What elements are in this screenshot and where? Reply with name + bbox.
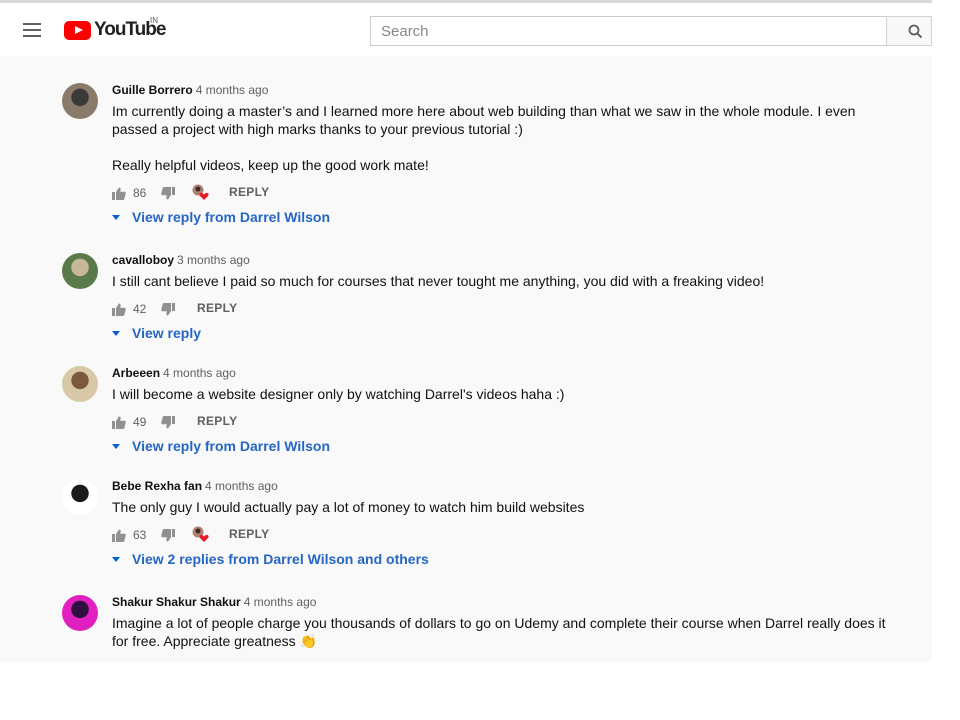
- comment-body: Guille Borrero 4 months ago Im currently d…: [112, 83, 902, 229]
- like-count: 63: [133, 528, 147, 542]
- comment-paragraph: Im currently doing a master’s and I lear…: [112, 103, 856, 137]
- comment-actions: 86 REPLY: [112, 184, 902, 204]
- avatar[interactable]: [62, 595, 98, 631]
- like-icon[interactable]: [112, 303, 126, 316]
- comment-time[interactable]: 3 months ago: [177, 253, 250, 267]
- dislike-icon[interactable]: [161, 303, 175, 316]
- search-button[interactable]: [886, 16, 932, 46]
- comment-author[interactable]: Shakur Shakur Shakur: [112, 595, 241, 609]
- like-icon[interactable]: [112, 187, 126, 200]
- comment-author[interactable]: cavalloboy: [112, 253, 174, 267]
- view-replies-label: View 2 replies from Darrel Wilson and ot…: [132, 551, 429, 567]
- view-replies-label: View reply from Darrel Wilson: [132, 438, 331, 454]
- reply-button[interactable]: REPLY: [229, 185, 269, 199]
- caret-down-icon: [112, 215, 120, 220]
- comment-actions: 42 REPLY: [112, 300, 902, 320]
- avatar[interactable]: [62, 83, 98, 119]
- comment-header: Shakur Shakur Shakur 4 months ago: [112, 595, 902, 609]
- search-input[interactable]: [370, 16, 887, 46]
- creator-heart-icon: [192, 526, 209, 542]
- avatar[interactable]: [62, 479, 98, 515]
- comment-time[interactable]: 4 months ago: [244, 595, 317, 609]
- comment-header: cavalloboy 3 months ago: [112, 253, 902, 267]
- comment-body: Arbeeen 4 months ago I will become a websi…: [112, 366, 902, 458]
- comment-text: The only guy I would actually pay a lot …: [112, 498, 902, 516]
- comment-paragraph: Really helpful videos, keep up the good …: [112, 157, 429, 173]
- dislike-icon[interactable]: [161, 416, 175, 429]
- comment-time[interactable]: 4 months ago: [196, 83, 269, 97]
- reply-button[interactable]: REPLY: [197, 414, 237, 428]
- like-icon[interactable]: [112, 529, 126, 542]
- avatar[interactable]: [62, 366, 98, 402]
- avatar[interactable]: [62, 253, 98, 289]
- like-count: 86: [133, 186, 147, 200]
- comment-paragraph: I still cant believe I paid so much for …: [112, 273, 765, 289]
- comment-author[interactable]: Guille Borrero: [112, 83, 193, 97]
- dislike-icon[interactable]: [161, 187, 175, 200]
- comment-author[interactable]: Arbeeen: [112, 366, 160, 380]
- masthead: YouTube IN: [0, 0, 932, 56]
- caret-down-icon: [112, 557, 120, 562]
- comment-actions: 49 REPLY: [112, 413, 902, 433]
- dislike-icon[interactable]: [161, 529, 175, 542]
- search-icon: [908, 24, 923, 39]
- youtube-page: YouTube IN Guille Borrero4 months agoIm …: [0, 0, 932, 662]
- comment-paragraph: I will become a website designer only by…: [112, 386, 565, 402]
- view-replies-button[interactable]: View reply from Darrel Wilson: [112, 209, 902, 229]
- comment-text: I will become a website designer only by…: [112, 385, 902, 403]
- hamburger-menu-icon[interactable]: [23, 23, 41, 37]
- view-replies-label: View reply: [132, 325, 202, 341]
- comment-time[interactable]: 4 months ago: [163, 366, 236, 380]
- view-replies-button[interactable]: View reply: [112, 325, 902, 345]
- creator-heart-icon: [192, 184, 209, 200]
- comment-body: Shakur Shakur Shakur 4 months ago Imagine …: [112, 595, 902, 650]
- comment-actions: 63 REPLY: [112, 526, 902, 546]
- view-replies-button[interactable]: View reply from Darrel Wilson: [112, 438, 902, 458]
- view-replies-button[interactable]: View 2 replies from Darrel Wilson and ot…: [112, 551, 902, 571]
- comment-header: Bebe Rexha fan 4 months ago: [112, 479, 902, 493]
- comment-paragraph: The only guy I would actually pay a lot …: [112, 499, 585, 515]
- like-icon[interactable]: [112, 416, 126, 429]
- comment-text: I still cant believe I paid so much for …: [112, 272, 902, 290]
- reply-button[interactable]: REPLY: [229, 527, 269, 541]
- like-count: 42: [133, 302, 147, 316]
- caret-down-icon: [112, 331, 120, 336]
- comment-header: Guille Borrero 4 months ago: [112, 83, 902, 97]
- country-code: IN: [150, 16, 158, 25]
- like-count: 49: [133, 415, 147, 429]
- comment-author[interactable]: Bebe Rexha fan: [112, 479, 202, 493]
- comment-body: cavalloboy 3 months ago I still cant belie…: [112, 253, 902, 345]
- comment-text: Imagine a lot of people charge you thous…: [112, 614, 902, 650]
- reply-button[interactable]: REPLY: [197, 301, 237, 315]
- caret-down-icon: [112, 444, 120, 449]
- comment-text: Im currently doing a master’s and I lear…: [112, 102, 902, 174]
- view-replies-label: View reply from Darrel Wilson: [132, 209, 331, 225]
- comment-body: Bebe Rexha fan 4 months ago The only guy I…: [112, 479, 902, 571]
- comment-paragraph: Imagine a lot of people charge you thous…: [112, 615, 886, 649]
- comment-header: Arbeeen 4 months ago: [112, 366, 902, 380]
- comment-time[interactable]: 4 months ago: [205, 479, 278, 493]
- youtube-play-icon: [64, 21, 91, 40]
